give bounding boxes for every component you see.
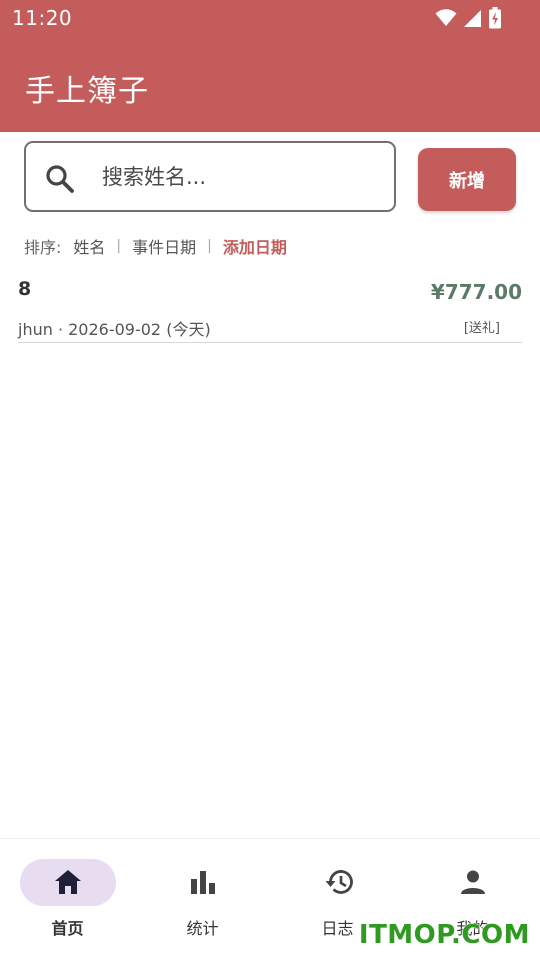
watermark-logo: ITMOP.COM: [358, 920, 530, 950]
nav-item-home[interactable]: 首页: [0, 839, 135, 961]
page-title: 手上簿子: [25, 74, 149, 109]
sort-divider: |: [116, 238, 122, 254]
sort-label: 排序:: [24, 238, 62, 257]
add-button[interactable]: 新增: [418, 148, 516, 211]
wifi-icon: [435, 9, 457, 31]
sort-option-added-date[interactable]: 添加日期: [223, 234, 287, 258]
battery-charging-icon: [488, 7, 502, 33]
nav-item-stats[interactable]: 统计: [135, 839, 270, 961]
home-icon: [53, 867, 83, 897]
app-bar: 11:20 手上簿子: [0, 0, 540, 132]
bar-chart-icon: [188, 867, 218, 897]
status-time: 11:20: [12, 6, 73, 30]
search-box[interactable]: [24, 141, 396, 212]
record-name: 8: [18, 278, 32, 300]
record-type-badge: [送礼]: [463, 321, 500, 336]
record-amount: ¥777.00: [430, 280, 522, 304]
sort-divider: |: [207, 238, 212, 254]
history-icon: [323, 867, 353, 897]
sort-option-name[interactable]: 姓名: [73, 234, 105, 258]
nav-label-home: 首页: [51, 919, 84, 938]
sort-option-event-date[interactable]: 事件日期: [132, 234, 196, 258]
list-item[interactable]: 8 ¥777.00 jhun · 2026-09-02 (今天) [送礼]: [18, 274, 522, 343]
record-meta: jhun · 2026-09-02 (今天): [18, 320, 211, 339]
status-icons: [435, 7, 502, 33]
cell-signal-icon: [463, 9, 482, 32]
nav-label-stats: 统计: [186, 919, 219, 938]
search-input[interactable]: [102, 157, 382, 197]
person-icon: [458, 867, 488, 897]
search-icon: [44, 163, 76, 199]
sort-bar: 排序: 姓名 | 事件日期 | 添加日期: [24, 234, 287, 258]
